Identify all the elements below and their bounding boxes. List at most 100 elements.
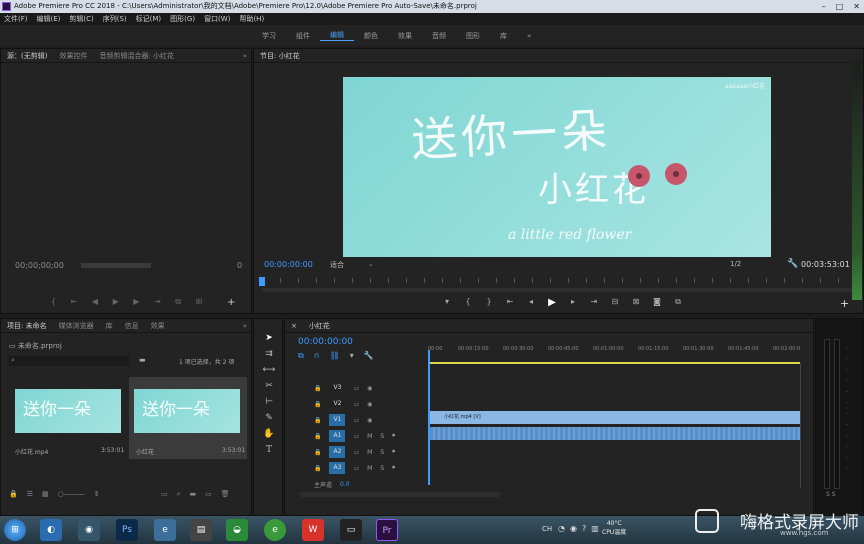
step-forward-icon[interactable]: ▸	[566, 297, 580, 308]
workspace-more-button[interactable]: »	[517, 32, 541, 40]
tab-effects[interactable]: 效果	[151, 319, 165, 332]
solo-icon[interactable]: S	[380, 465, 384, 472]
lock-icon[interactable]: 🔒	[314, 433, 321, 440]
project-more-button[interactable]: »	[243, 319, 251, 332]
slip-tool-icon[interactable]: ⊢	[262, 395, 276, 409]
list-view-icon[interactable]: ☰	[27, 490, 33, 498]
program-timecode[interactable]: 00:00:00:00	[264, 260, 313, 269]
solo-icon[interactable]: S	[380, 433, 384, 440]
project-search-input[interactable]: ⌕	[9, 356, 129, 366]
mute-icon[interactable]: M	[367, 449, 372, 456]
lock-icon[interactable]: 🔒	[314, 465, 321, 472]
tab-info[interactable]: 信息	[125, 319, 139, 332]
mark-out-icon[interactable]: }	[482, 297, 496, 308]
workspace-editing[interactable]: 编辑	[320, 30, 354, 41]
mic-icon[interactable]: ⏺	[392, 432, 395, 440]
minimize-icon[interactable]: –	[822, 0, 826, 13]
workspace-color[interactable]: 颜色	[354, 31, 388, 41]
photoshop-icon[interactable]: Ps	[116, 519, 138, 541]
camera-icon[interactable]: ◙	[650, 297, 664, 308]
razor-tool-icon[interactable]: ✂	[262, 379, 276, 393]
eye-icon[interactable]: ◉	[367, 417, 372, 424]
comparison-view-icon[interactable]: ⧉	[671, 297, 685, 308]
marker-icon[interactable]: ▾	[440, 297, 454, 308]
timeline-ruler[interactable]: 00:00 00:00:15:00 00:00:30:00 00:00:45:0…	[428, 344, 808, 358]
maximize-icon[interactable]: □	[836, 0, 844, 13]
close-icon[interactable]: ×	[291, 319, 297, 332]
menu-help[interactable]: 帮助(H)	[239, 13, 264, 25]
nest-icon[interactable]: ⧉	[298, 351, 304, 361]
mute-icon[interactable]: M	[367, 433, 372, 440]
type-tool-icon[interactable]: T	[262, 443, 276, 457]
source-more-button[interactable]: »	[243, 49, 251, 62]
trash-icon[interactable]: 🗑	[221, 490, 230, 499]
menu-file[interactable]: 文件(F)	[4, 13, 28, 25]
program-fit-select[interactable]: 适合	[330, 260, 344, 270]
input-method-icon[interactable]: ◔	[558, 524, 565, 533]
work-area-bar[interactable]	[430, 362, 800, 364]
video-app-icon[interactable]: ▭	[340, 519, 362, 541]
menu-clip[interactable]: 剪辑(C)	[69, 13, 93, 25]
master-volume[interactable]: 0.0	[340, 481, 350, 488]
wrench-icon[interactable]: 🔧	[787, 259, 798, 269]
find-icon[interactable]: ⌕	[177, 490, 181, 499]
sync-icon[interactable]: ▭	[353, 465, 359, 472]
menu-marker[interactable]: 标记(M)	[136, 13, 162, 25]
security-icon[interactable]: ◉	[570, 524, 577, 533]
program-time-ruler[interactable]	[262, 278, 852, 283]
tab-source[interactable]: 源：(无剪辑)	[7, 49, 47, 62]
lock-icon[interactable]: 🔒	[314, 385, 321, 392]
tab-media-browser[interactable]: 媒体浏览器	[59, 319, 94, 332]
step-back-icon[interactable]: ◂	[524, 297, 538, 308]
workspace-learn[interactable]: 学习	[252, 31, 286, 41]
browser-360-icon[interactable]: e	[264, 519, 286, 541]
network-icon[interactable]: ▥	[591, 524, 599, 533]
timeline-title[interactable]: 小红花	[309, 319, 330, 332]
play-icon[interactable]: ▶	[545, 297, 559, 308]
source-transport-controls[interactable]: { ⇤ ◀ ▶ ▶ ⇥ ⧉ ⊞	[51, 297, 208, 307]
wps-icon[interactable]: W	[302, 519, 324, 541]
new-item-icon[interactable]: ▭	[205, 490, 212, 499]
video-clip[interactable]: 小红花.mp4 [V]	[430, 411, 800, 424]
lock-icon[interactable]: 🔒	[314, 449, 321, 456]
go-to-out-icon[interactable]: ⇥	[587, 297, 601, 308]
program-zoom-bar[interactable]	[262, 288, 854, 292]
sync-icon[interactable]: ▭	[353, 449, 359, 456]
workspace-libraries[interactable]: 库	[490, 31, 517, 41]
pen-tool-icon[interactable]: ✎	[262, 411, 276, 425]
track-select-tool-icon[interactable]: ⇉	[262, 347, 276, 361]
ime-indicator[interactable]: CH	[542, 525, 552, 533]
source-add-button-icon[interactable]: +	[227, 297, 235, 308]
workspace-graphics[interactable]: 图形	[456, 31, 490, 41]
sync-icon[interactable]: ▭	[353, 417, 359, 424]
explorer-icon[interactable]: ◐	[40, 519, 62, 541]
new-bin-button-icon[interactable]: ▬	[190, 490, 197, 499]
close-icon[interactable]: ✕	[853, 0, 860, 13]
timeline-timecode[interactable]: 00:00:00:00	[298, 337, 353, 347]
program-title[interactable]: 节目: 小红花	[260, 49, 300, 62]
meter-solo-buttons[interactable]: S S	[826, 491, 836, 498]
workspace-audio[interactable]: 音频	[422, 31, 456, 41]
icon-view-icon[interactable]: ▦	[42, 490, 49, 498]
chevron-down-icon[interactable]: ⌄	[368, 260, 374, 268]
new-bin-icon[interactable]: ▬	[139, 356, 146, 364]
program-resolution-select[interactable]: 1/2	[730, 260, 741, 268]
timeline-hscroll[interactable]	[300, 492, 500, 497]
sync-icon[interactable]: ▭	[353, 401, 359, 408]
snap-icon[interactable]: ∩	[314, 351, 320, 361]
workspace-effects[interactable]: 效果	[388, 31, 422, 41]
start-button-icon[interactable]: ⊞	[4, 519, 26, 541]
sync-icon[interactable]: ▭	[353, 433, 359, 440]
program-add-button-icon[interactable]: +	[840, 297, 849, 310]
ie-icon[interactable]: e	[154, 519, 176, 541]
tab-effect-controls[interactable]: 效果控件	[59, 49, 87, 62]
lock-icon[interactable]: 🔒	[314, 401, 321, 408]
timeline-settings-icon[interactable]: 🔧	[364, 351, 374, 361]
menu-sequence[interactable]: 序列(S)	[103, 13, 127, 25]
go-to-in-icon[interactable]: ⇤	[503, 297, 517, 308]
lock-icon[interactable]: 🔒	[314, 417, 321, 424]
lock-icon[interactable]: 🔒	[9, 490, 18, 498]
sync-icon[interactable]: ▭	[353, 385, 359, 392]
project-item-thumbnail[interactable]: 送你一朵	[15, 389, 121, 433]
eye-icon[interactable]: ◉	[367, 401, 372, 408]
